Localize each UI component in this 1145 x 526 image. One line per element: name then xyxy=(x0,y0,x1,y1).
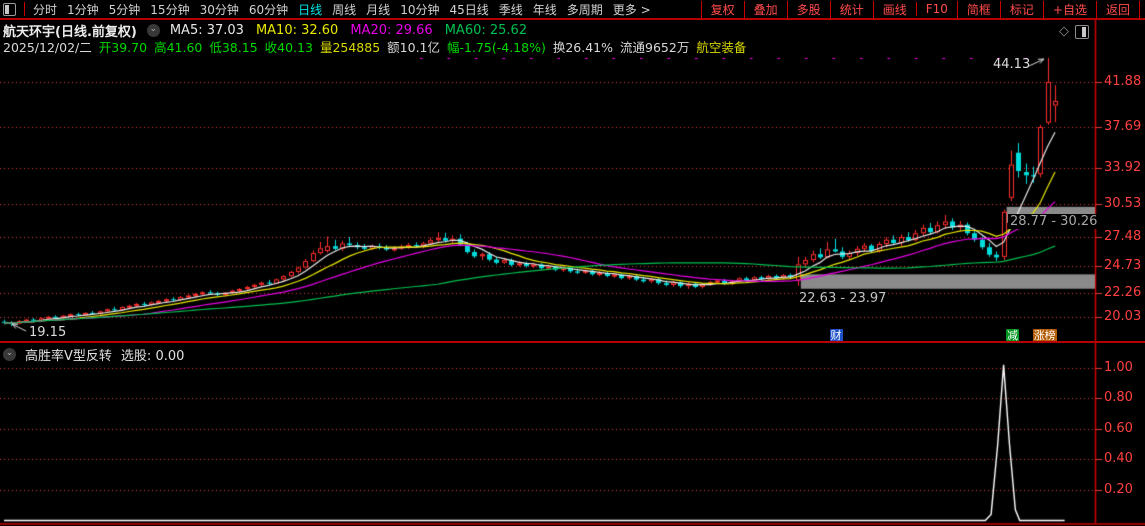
period-tab[interactable]: 季线 xyxy=(499,1,523,18)
toolbar-action[interactable]: 返回 xyxy=(1095,0,1140,18)
period-tab[interactable]: 年线 xyxy=(533,1,557,18)
period-tab[interactable]: 分时 xyxy=(33,1,57,18)
period-tab[interactable]: 60分钟 xyxy=(249,1,288,18)
price-tick-label: 20.03 xyxy=(1104,308,1142,324)
price-tick-label: 27.48 xyxy=(1104,228,1142,244)
panel-divider xyxy=(0,341,1145,343)
chart-canvas[interactable] xyxy=(0,0,1145,526)
indicator-title: 高胜率V型反转 xyxy=(25,349,112,364)
quote-field: 换26.41% xyxy=(552,40,614,55)
quote-field: 开39.70 xyxy=(98,40,148,55)
info-bar: 2025/12/02/二 开39.70 高41.60 低38.15 收40.13 量25… xyxy=(3,37,746,56)
period-tab[interactable]: 日线 xyxy=(298,1,322,18)
diamond-icon[interactable]: ◇ xyxy=(1059,24,1069,39)
toolbar-action[interactable]: 简框 xyxy=(956,0,1000,18)
toolbar-action[interactable]: 统计 xyxy=(829,0,873,18)
indicator-tick-label: 1.00 xyxy=(1104,359,1133,375)
period-tab[interactable]: 45日线 xyxy=(449,1,488,18)
toolbar-action[interactable]: 多股 xyxy=(786,0,830,18)
period-tab[interactable]: 月线 xyxy=(366,1,390,18)
quote-field: 流通9652万 xyxy=(620,40,690,55)
chart-corner-icons: ◇ xyxy=(1059,24,1089,39)
window-layout-icon[interactable] xyxy=(1075,24,1089,39)
trade-date: 2025/12/02/二 xyxy=(3,40,92,55)
period-tab[interactable]: 15分钟 xyxy=(150,1,189,18)
chevron-down-icon[interactable]: ⌄ xyxy=(146,24,160,37)
ma-label: MA60: 25.62 xyxy=(444,23,528,38)
band-range-label: 28.77 - 30.26 xyxy=(1008,214,1100,229)
indicator-tick-label: 0.40 xyxy=(1104,451,1133,467)
indicator-header: ⌄ 高胜率V型反转 选股: 0.00 xyxy=(3,345,184,364)
period-tabs: 分时 1分钟 5分钟 15分钟 30分钟 60分钟 日线 周线 月线 10分钟 45日线 季线 年线 多周… xyxy=(33,1,651,18)
price-annotation: 19.15 xyxy=(29,325,67,340)
ma-label: MA5: 37.03 xyxy=(169,23,244,38)
period-tab[interactable]: 1分钟 xyxy=(67,1,99,18)
quote-field: 额10.1亿 xyxy=(387,40,441,55)
period-tab[interactable]: 10分钟 xyxy=(400,1,439,18)
toolbar-action[interactable]: 叠加 xyxy=(743,0,787,18)
quote-fields: 开39.70 高41.60 低38.15 收40.13 量254885 额10.1亿 幅-1… xyxy=(99,37,747,56)
ma-label: MA20: 29.66 xyxy=(350,23,433,38)
indicator-select: 选股: 0.00 xyxy=(121,345,184,364)
period-tab[interactable]: 30分钟 xyxy=(200,1,239,18)
price-tick-label: 41.88 xyxy=(1104,74,1142,90)
price-tick-label: 33.92 xyxy=(1104,159,1142,175)
period-tab[interactable]: 更多 > xyxy=(613,1,651,18)
trading-terminal: 分时 1分钟 5分钟 15分钟 30分钟 60分钟 日线 周线 月线 10分钟 45日线 季线 年线 多周… xyxy=(0,0,1145,526)
price-tick-label: 24.73 xyxy=(1104,258,1142,274)
indicator-tick-label: 0.60 xyxy=(1104,420,1133,436)
indicator-tick-label: 0.20 xyxy=(1104,481,1133,497)
toolbar-left: 分时 1分钟 5分钟 15分钟 30分钟 60分钟 日线 周线 月线 10分钟 45日线 季线 年线 多周… xyxy=(0,1,651,18)
quote-field: 幅-1.75(-4.18%) xyxy=(447,40,546,55)
quote-field: 低38.15 xyxy=(209,40,258,55)
quote-field: 航空装备 xyxy=(696,40,747,55)
top-toolbar: 分时 1分钟 5分钟 15分钟 30分钟 60分钟 日线 周线 月线 10分钟 45日线 季线 年线 多周… xyxy=(0,0,1145,20)
split-window-icon[interactable] xyxy=(3,2,16,16)
ma-label: MA10: 32.60 xyxy=(255,23,339,38)
quote-field: 高41.60 xyxy=(154,40,203,55)
period-tab[interactable]: 多周期 xyxy=(567,1,603,18)
toolbar-action[interactable]: F10 xyxy=(915,2,957,16)
band-range-label: 22.63 - 23.97 xyxy=(797,291,889,306)
ma-values: MA5: 37.03 MA10: 32.60 MA20: 29.66 MA60: 25… xyxy=(170,23,527,38)
indicator-tick-label: 0.80 xyxy=(1104,390,1133,406)
toolbar-action[interactable]: 画线 xyxy=(872,0,916,18)
toolbar-actions: 复权 叠加 多股 统计 画线 F10 简框 标记 +自选 返回 xyxy=(700,0,1140,18)
select-value: 0.00 xyxy=(155,349,185,364)
period-tab[interactable]: 5分钟 xyxy=(109,1,141,18)
toolbar-action[interactable]: 复权 xyxy=(700,0,744,18)
quote-field: 量254885 xyxy=(319,40,381,55)
chevron-down-icon[interactable]: ⌄ xyxy=(3,348,16,361)
toolbar-action[interactable]: 标记 xyxy=(999,0,1043,18)
toolbar-action[interactable]: +自选 xyxy=(1042,0,1096,18)
quote-field: 收40.13 xyxy=(264,40,313,55)
price-annotation: 44.13 xyxy=(993,57,1031,72)
select-label: 选股: xyxy=(120,349,152,364)
toolbar-divider xyxy=(24,2,25,16)
price-tick-label: 30.53 xyxy=(1104,195,1142,211)
price-tick-label: 37.69 xyxy=(1104,119,1142,135)
period-tab[interactable]: 周线 xyxy=(332,1,356,18)
price-tick-label: 22.26 xyxy=(1104,284,1142,300)
